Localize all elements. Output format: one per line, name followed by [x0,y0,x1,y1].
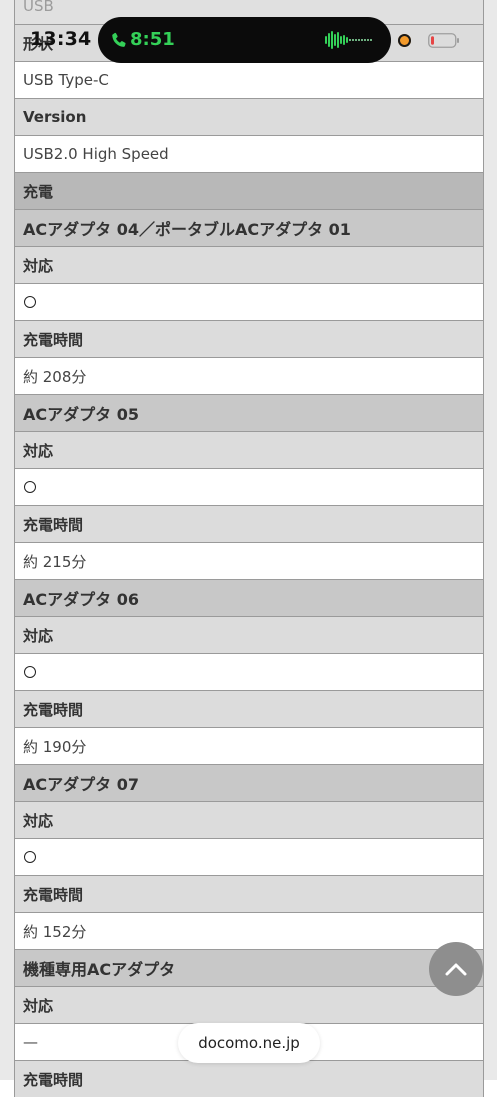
cell-text: 充電時間 [23,330,84,349]
table-row: USB2.0 High Speed [15,135,483,172]
table-row: ○ [15,283,483,320]
cell-text: USB Type-C [23,71,109,89]
cell-text: 充電時間 [23,700,84,719]
cell-text: 約 152分 [23,922,87,941]
table-row: 対応 [15,246,483,283]
scroll-to-top-button[interactable] [429,942,483,996]
cell-text: 約 190分 [23,737,87,756]
table-row: ACアダプタ 06 [15,579,483,616]
table-row: 充電時間 [15,320,483,357]
cell-text: 対応 [23,256,54,275]
battery-low-icon [428,33,459,48]
table-row: ○ [15,468,483,505]
table-row: 対応 [15,616,483,653]
table-row: 対応 [15,801,483,838]
table-row: ACアダプタ 04／ポータブルACアダプタ 01 [15,209,483,246]
supported-circle-mark [24,851,36,863]
table-row: ○ [15,653,483,690]
cell-text: — [23,1033,38,1051]
audio-waveform-icon [325,31,372,49]
cell-text: Version [23,108,87,126]
cell-text: 対応 [23,441,54,460]
cell-text: ACアダプタ 06 [23,590,139,609]
supported-circle-mark [24,296,36,308]
table-row: ACアダプタ 07 [15,764,483,801]
url-text: docomo.ne.jp [198,1034,300,1052]
browser-url-bar[interactable]: docomo.ne.jp [178,1023,320,1063]
web-page: USB 形状 USB Type-C Version USB2.0 High Speed 充… [0,0,497,1097]
table-row: 対応 [15,431,483,468]
table-row: 充電時間 [15,1060,483,1097]
dynamic-island-call[interactable]: 8:51 [98,17,391,63]
table-row: 充電時間 [15,875,483,912]
phone-icon [112,32,126,47]
table-row: 充電 [15,172,483,209]
table-row: 約 215分 [15,542,483,579]
table-row: Version [15,98,483,135]
table-row: 充電時間 [15,690,483,727]
status-time: 13:34 [30,28,92,50]
table-row: 約 152分 [15,912,483,949]
cell-text: 対応 [23,626,54,645]
cell-text: 機種専用ACアダプタ [23,960,176,979]
cell-text: ACアダプタ 05 [23,405,139,424]
table-row: 対応 [15,986,483,1023]
cell-text: 約 208分 [23,367,87,386]
chevron-up-icon [445,963,467,976]
cell-text: 約 215分 [23,552,87,571]
cell-text: 充電時間 [23,1070,84,1089]
call-duration: 8:51 [130,29,175,50]
table-row: 約 190分 [15,727,483,764]
cell-text: 充電 [23,182,54,201]
cell-text: USB [23,0,54,15]
table-row: USB Type-C [15,61,483,98]
cell-text: ACアダプタ 04／ポータブルACアダプタ 01 [23,220,351,239]
table-row: ○ [15,838,483,875]
table-row: 機種専用ACアダプタ [15,949,483,986]
supported-circle-mark [24,481,36,493]
table-row: ACアダプタ 05 [15,394,483,431]
cell-text: 対応 [23,996,54,1015]
table-row: 充電時間 [15,505,483,542]
cell-text: USB2.0 High Speed [23,145,169,163]
table-row: 約 208分 [15,357,483,394]
recording-indicator-dot [398,34,411,47]
cell-text: ACアダプタ 07 [23,775,139,794]
cell-text: 対応 [23,811,54,830]
spec-table: USB 形状 USB Type-C Version USB2.0 High Speed 充… [14,0,484,1097]
cell-text: 充電時間 [23,885,84,904]
cell-text: 充電時間 [23,515,84,534]
supported-circle-mark [24,666,36,678]
